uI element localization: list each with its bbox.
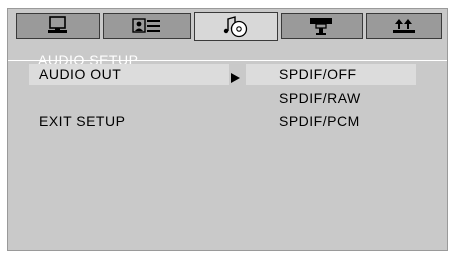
tab-audio-setup[interactable] xyxy=(194,12,278,41)
setup-tab-bar xyxy=(8,9,447,44)
option-spdif-raw[interactable]: SPDIF/RAW xyxy=(279,90,361,106)
monitor-icon xyxy=(48,16,67,33)
option-spdif-off[interactable]: SPDIF/OFF xyxy=(279,66,357,82)
tab-preference-setup[interactable] xyxy=(366,13,442,39)
tab-video-setup[interactable] xyxy=(281,13,363,39)
menu-item-audio-out-highlight[interactable]: AUDIO OUT xyxy=(29,64,229,85)
menu-item-audio-out[interactable]: AUDIO OUT xyxy=(39,66,121,82)
tab-general-setup[interactable] xyxy=(16,13,100,39)
audio-disc-icon xyxy=(223,15,248,37)
preference-arrows-icon xyxy=(393,19,415,33)
option-spdif-pcm[interactable]: SPDIF/PCM xyxy=(279,113,360,129)
title-divider xyxy=(8,60,447,61)
language-icon xyxy=(132,18,160,33)
video-camera-icon xyxy=(310,18,332,35)
option-spdif-off-highlight[interactable]: SPDIF/OFF xyxy=(246,64,416,85)
setup-menu-panel: AUDIO SETUP AUDIO OUT SPDIF/OFF SPDIF/RA… xyxy=(7,8,448,251)
play-arrow-icon xyxy=(231,73,240,83)
menu-item-exit-setup[interactable]: EXIT SETUP xyxy=(39,113,125,129)
tab-language-setup[interactable] xyxy=(103,13,191,39)
